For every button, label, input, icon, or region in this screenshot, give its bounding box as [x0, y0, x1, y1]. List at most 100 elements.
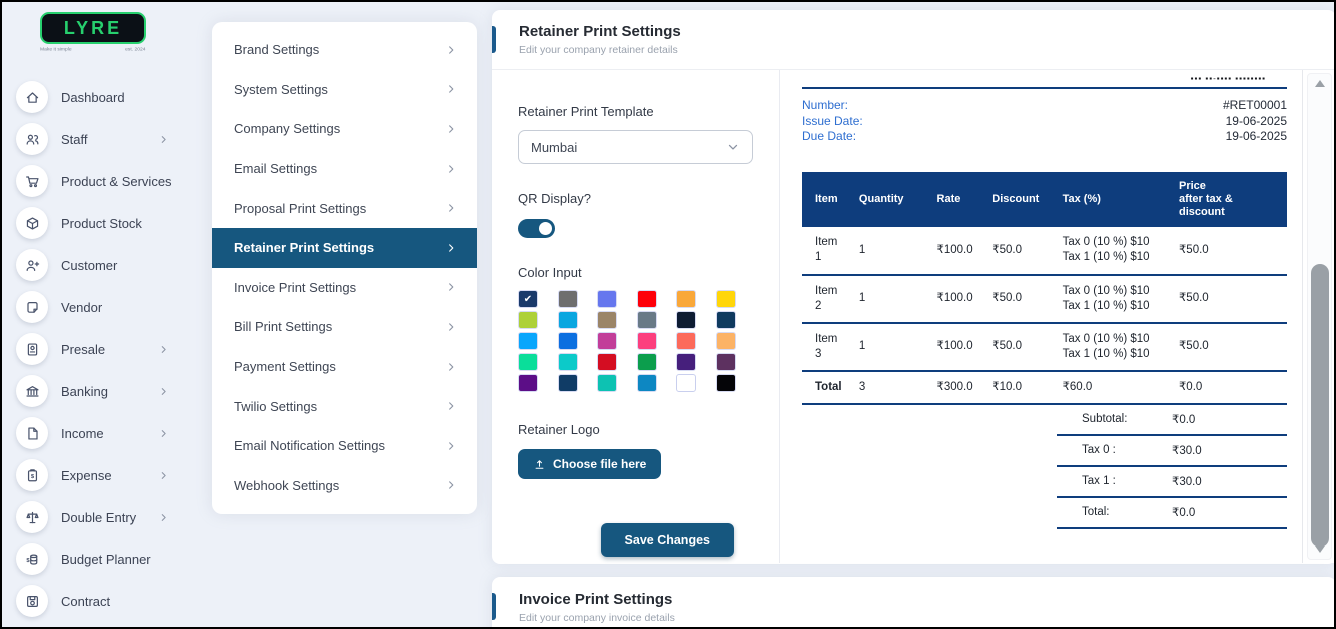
preview-info: Number: #RET00001 Issue Date: 19-06-2025…: [802, 98, 1287, 145]
choose-file-button[interactable]: Choose file here: [518, 449, 661, 479]
color-swatch[interactable]: [676, 311, 696, 329]
color-swatch[interactable]: [597, 374, 617, 392]
color-swatch[interactable]: [637, 332, 657, 350]
summary-row: Tax 0 : ₹30.0: [1057, 436, 1287, 467]
color-swatch[interactable]: [637, 311, 657, 329]
save-changes-button[interactable]: Save Changes: [601, 523, 734, 557]
icon-chip: [16, 165, 48, 197]
qr-display-toggle[interactable]: [518, 219, 555, 238]
color-swatch[interactable]: [637, 374, 657, 392]
menu-item-email-settings[interactable]: Email Settings: [212, 149, 477, 189]
user-plus-icon: [25, 258, 40, 273]
sidebar-item-expense[interactable]: $ Expense: [2, 454, 207, 496]
sidebar-item-product-services[interactable]: Product & Services: [2, 160, 207, 202]
menu-item-label: Brand Settings: [234, 42, 319, 57]
color-swatch[interactable]: [597, 290, 617, 308]
color-swatch[interactable]: [637, 290, 657, 308]
page-title: Retainer Print Settings: [519, 23, 1336, 40]
brand-tagline: Make it simple: [40, 46, 72, 52]
sidebar-item-dashboard[interactable]: Dashboard: [2, 76, 207, 118]
menu-item-payment-settings[interactable]: Payment Settings: [212, 347, 477, 387]
icon-chip: [16, 249, 48, 281]
table-row: Item 1 1 ₹100.0 ₹50.0 Tax 0 (10 %) $10 T…: [802, 227, 1287, 275]
sidebar-item-customer[interactable]: Customer: [2, 244, 207, 286]
color-swatch[interactable]: [597, 332, 617, 350]
color-swatch[interactable]: [716, 332, 736, 350]
sidebar-item-budget-planner[interactable]: $ Budget Planner: [2, 538, 207, 580]
color-swatch[interactable]: [558, 332, 578, 350]
retainer-template-select[interactable]: Mumbai: [518, 130, 753, 164]
color-swatch[interactable]: [558, 311, 578, 329]
menu-item-invoice-print-settings[interactable]: Invoice Print Settings: [212, 268, 477, 308]
color-swatch[interactable]: [597, 311, 617, 329]
color-swatch[interactable]: [716, 353, 736, 371]
info-label: Due Date:: [802, 129, 856, 145]
icon-chip: [16, 123, 48, 155]
color-swatch[interactable]: [518, 374, 538, 392]
sidebar-item-contract[interactable]: Contract: [2, 580, 207, 622]
menu-item-email-notification-settings[interactable]: Email Notification Settings: [212, 426, 477, 466]
cell-item: Total: [802, 371, 853, 404]
menu-item-label: Email Notification Settings: [234, 438, 385, 453]
menu-item-retainer-print-settings[interactable]: Retainer Print Settings: [212, 228, 477, 268]
color-swatch[interactable]: [637, 353, 657, 371]
color-swatch[interactable]: [597, 353, 617, 371]
info-row: Due Date: 19-06-2025: [802, 129, 1287, 145]
color-swatch[interactable]: [716, 290, 736, 308]
color-swatch[interactable]: [676, 374, 696, 392]
preview-scrollbar: [1302, 70, 1336, 563]
color-swatch[interactable]: [676, 332, 696, 350]
summary-value: ₹0.0: [1172, 412, 1195, 426]
sidebar-item-staff[interactable]: Staff: [2, 118, 207, 160]
menu-item-brand-settings[interactable]: Brand Settings: [212, 30, 477, 70]
menu-item-bill-print-settings[interactable]: Bill Print Settings: [212, 307, 477, 347]
sidebar-item-double-entry[interactable]: Double Entry: [2, 496, 207, 538]
color-swatch[interactable]: [676, 353, 696, 371]
chevron-right-icon: [158, 428, 169, 439]
menu-item-company-settings[interactable]: Company Settings: [212, 109, 477, 149]
scroll-up-arrow[interactable]: [1315, 80, 1325, 87]
chevron-right-icon: [445, 321, 457, 333]
color-swatch[interactable]: [716, 311, 736, 329]
sidebar-item-product-stock[interactable]: Product Stock: [2, 202, 207, 244]
scroll-down-arrow[interactable]: [1315, 546, 1325, 553]
sidebar-item-income[interactable]: Income: [2, 412, 207, 454]
sidebar-item-label: Expense: [61, 468, 112, 483]
menu-item-proposal-print-settings[interactable]: Proposal Print Settings: [212, 188, 477, 228]
cell-price: ₹50.0: [1173, 323, 1287, 371]
color-swatch[interactable]: [518, 353, 538, 371]
color-swatch[interactable]: [558, 374, 578, 392]
cell-item: Item 3: [802, 323, 853, 371]
menu-item-webhook-settings[interactable]: Webhook Settings: [212, 466, 477, 506]
chevron-right-icon: [445, 83, 457, 95]
color-swatch[interactable]: [518, 332, 538, 350]
budget-icon: $: [25, 552, 40, 567]
sidebar-item-banking[interactable]: Banking: [2, 370, 207, 412]
invoice-section-title: Invoice Print Settings: [519, 591, 1336, 608]
sidebar-item-vendor[interactable]: Vendor: [2, 286, 207, 328]
color-swatch[interactable]: [558, 290, 578, 308]
info-value: #RET00001: [1223, 98, 1287, 114]
color-swatch[interactable]: [518, 311, 538, 329]
scrollbar-thumb[interactable]: [1311, 264, 1329, 547]
menu-item-twilio-settings[interactable]: Twilio Settings: [212, 386, 477, 426]
clipboard-dollar-icon: $: [25, 468, 40, 483]
icon-chip: $: [16, 543, 48, 575]
color-swatch[interactable]: ✔: [518, 290, 538, 308]
color-swatch[interactable]: [716, 374, 736, 392]
brand-logo[interactable]: LYRE Make it simple est. 2024: [40, 12, 146, 56]
cell-item: Item 2: [802, 275, 853, 323]
cell-quantity: 1: [853, 275, 931, 323]
info-label: Number:: [802, 98, 848, 114]
color-input-label: Color Input: [518, 265, 753, 280]
cell-price: ₹0.0: [1173, 371, 1287, 404]
color-swatch[interactable]: [676, 290, 696, 308]
summary-value: ₹30.0: [1172, 474, 1202, 488]
sidebar-item-label: Contract: [61, 594, 110, 609]
scrollbar-track[interactable]: [1307, 73, 1332, 560]
menu-item-system-settings[interactable]: System Settings: [212, 70, 477, 110]
sidebar-item-presale[interactable]: Presale: [2, 328, 207, 370]
users-icon: [25, 132, 40, 147]
color-swatch[interactable]: [558, 353, 578, 371]
scale-icon: [25, 510, 40, 525]
